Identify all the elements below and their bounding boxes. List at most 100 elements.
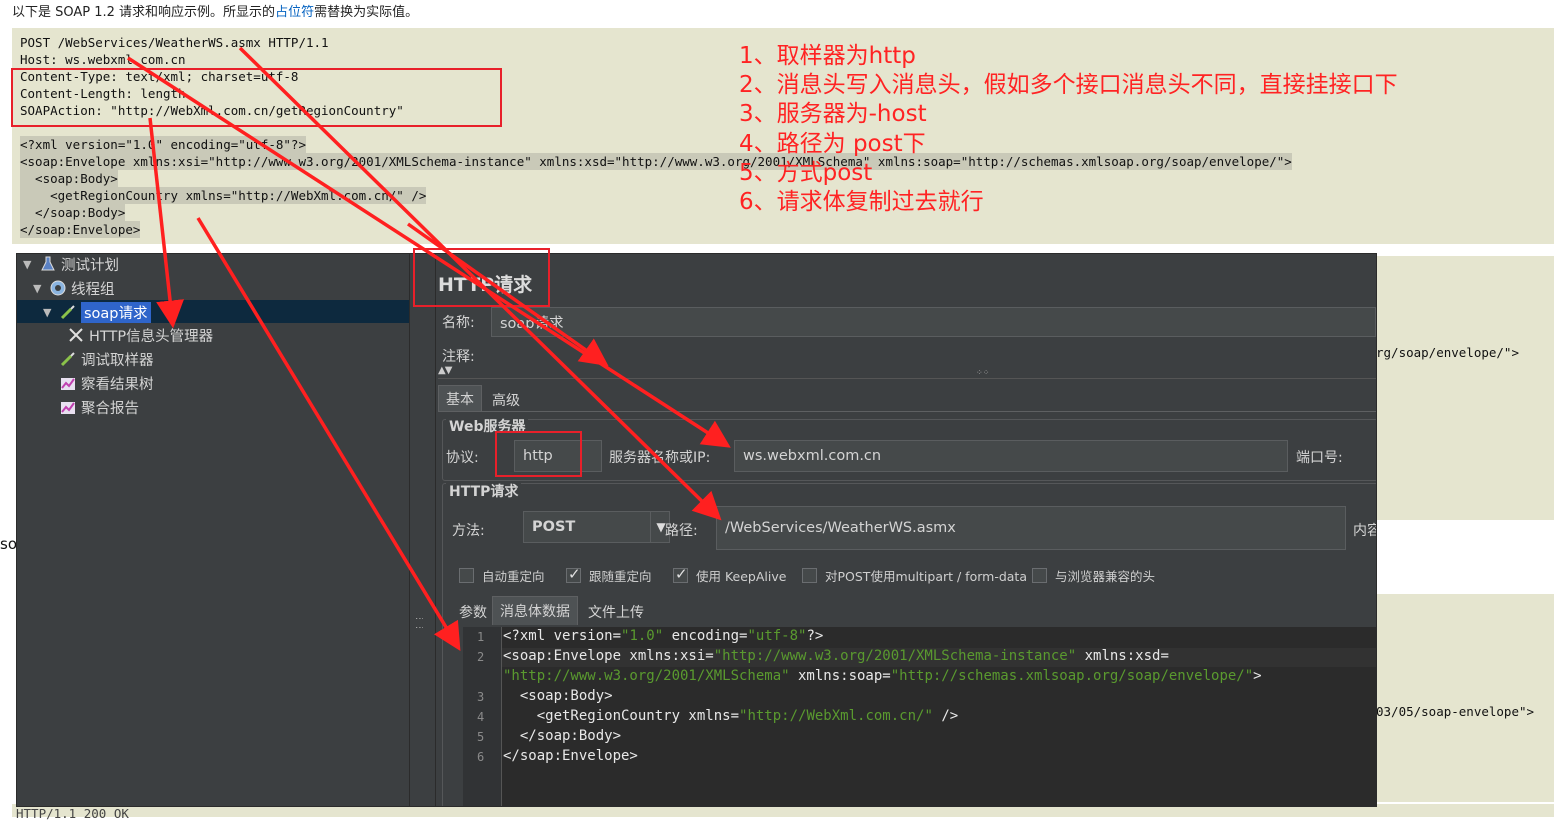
annotation-note: 5、方式post <box>739 159 873 186</box>
checkbox-keepalive[interactable]: 使用 KeepAlive <box>673 565 787 585</box>
pane-splitter[interactable] <box>410 254 424 806</box>
tab-basic[interactable]: 基本 <box>438 385 482 411</box>
tab-file-upload[interactable]: 文件上传 <box>581 599 651 625</box>
tools-icon <box>67 326 85 344</box>
method-select[interactable]: POST <box>523 511 670 543</box>
tree-item-label: HTTP信息头管理器 <box>89 328 214 345</box>
tree-item-label: soap请求 <box>81 301 151 323</box>
line-number: 1 <box>477 630 485 644</box>
annotation-note: 6、请求体复制过去就行 <box>739 189 984 216</box>
code-line: <soap:Body> <box>503 688 613 704</box>
intro-text: 以下是 SOAP 1.2 请求和响应示例。所显示的占位符需替换为实际值。 <box>12 1 418 20</box>
tab-advanced[interactable]: 高级 <box>485 387 527 413</box>
test-plan-tree: ▼ 测试计划 ▼ 线程组 ▼ soap请求 HTTP信息头管理器 调试取样器 察… <box>17 254 410 806</box>
server-field[interactable]: ws.webxml.com.cn <box>734 440 1288 472</box>
request-line: </soap:Body> <box>20 204 126 221</box>
drag-grip-icon[interactable]: ⁘⁘ <box>976 368 989 377</box>
checkbox[interactable] <box>1032 568 1047 583</box>
annotation-list: 1、取样器为http 2、消息头写入消息头，假如多个接口消息头不同，直接挂接口下… <box>739 42 1398 217</box>
name-value: soap请求 <box>500 315 564 332</box>
content-encoding-label: 内容 <box>1353 523 1376 539</box>
port-label: 端口号: <box>1296 450 1343 466</box>
server-value: ws.webxml.com.cn <box>743 448 882 464</box>
envelope-fragment: rg/soap/envelope/"> <box>1376 345 1519 360</box>
code-line: <soap:Envelope xmlns:xsi="http://www.w3.… <box>503 648 1169 664</box>
tab-label: 高级 <box>492 393 520 409</box>
tree-item-soap-request[interactable]: ▼ soap请求 <box>43 301 151 323</box>
comment-field[interactable] <box>483 345 1376 365</box>
tree-item-results-tree[interactable]: 察看结果树 <box>59 372 154 394</box>
comment-label: 注释: <box>442 349 475 365</box>
intro-suffix: 需替换为实际值。 <box>314 5 419 20</box>
checkbox[interactable] <box>459 568 474 583</box>
line-number-gutter: 1 2 3 4 5 6 <box>463 627 502 806</box>
path-value: /WebServices/WeatherWS.asmx <box>725 520 956 536</box>
web-server-title: Web服务器 <box>446 416 529 436</box>
code-line: </soap:Body> <box>503 728 622 744</box>
checkbox-browser-headers[interactable]: 与浏览器兼容的头 <box>1032 566 1155 585</box>
tab-body-data[interactable]: 消息体数据 <box>492 596 578 625</box>
placeholder-link[interactable]: 占位符 <box>275 5 314 20</box>
server-label: 服务器名称或IP: <box>609 450 711 466</box>
tree-item-aggregate-report[interactable]: 聚合报告 <box>59 396 139 418</box>
status-line-fragment: HTTP/1.1 200 OK <box>16 806 129 821</box>
protocol-field[interactable]: http <box>514 440 602 472</box>
protocol-value: http <box>523 448 553 464</box>
tree-item-label: 线程组 <box>71 281 115 298</box>
request-line: Host: ws.webxml.com.cn <box>20 52 186 67</box>
method-label: 方法: <box>452 523 485 539</box>
checkbox-label: 自动重定向 <box>482 569 545 584</box>
collapse-bar[interactable] <box>438 368 1376 379</box>
annotation-note: 3、服务器为-host <box>739 101 927 128</box>
editor-title: HTTP请求 <box>438 274 533 296</box>
tree-item-label: 测试计划 <box>61 257 119 274</box>
checkbox[interactable] <box>566 565 581 583</box>
jmeter-window: ▼ 测试计划 ▼ 线程组 ▼ soap请求 HTTP信息头管理器 调试取样器 察… <box>16 253 1377 807</box>
checkbox-label: 使用 KeepAlive <box>696 569 787 584</box>
name-label: 名称: <box>442 315 475 331</box>
tab-label: 文件上传 <box>588 605 644 621</box>
tree-item-debug-sampler[interactable]: 调试取样器 <box>59 348 154 370</box>
collapse-arrows-icon[interactable]: ▲▼ <box>438 365 452 376</box>
tree-item-thread-group[interactable]: ▼ 线程组 <box>33 277 115 299</box>
checkbox[interactable] <box>802 568 817 583</box>
checkbox-label: 跟随重定向 <box>589 569 652 584</box>
collapse-icon[interactable]: ▼ <box>23 258 35 271</box>
http-request-title: HTTP请求 <box>446 481 522 501</box>
body-data-editor[interactable]: 1 2 3 4 5 6 <?xml version="1.0" encoding… <box>463 627 1376 806</box>
pipette-icon <box>59 350 77 368</box>
tab-parameters[interactable]: 参数 <box>452 599 494 625</box>
name-field[interactable]: soap请求 <box>491 307 1376 337</box>
checkbox-multipart[interactable]: 对POST使用multipart / form-data <box>802 566 1027 585</box>
checkbox-auto-redirect[interactable]: 自动重定向 <box>459 566 545 585</box>
annotation-note: 4、路径为 post下 <box>739 130 926 157</box>
heading-fragment: so <box>0 535 17 553</box>
checkbox[interactable] <box>673 565 688 583</box>
collapse-icon[interactable]: ▼ <box>33 282 45 295</box>
method-value: POST <box>532 519 576 535</box>
tab-label: 基本 <box>446 391 474 408</box>
request-line: <soap:Body> <box>20 170 118 187</box>
checkbox-follow-redirect[interactable]: 跟随重定向 <box>566 565 652 585</box>
annotation-note: 1、取样器为http <box>739 43 916 69</box>
checkbox-label: 与浏览器兼容的头 <box>1055 569 1156 584</box>
code-line: <getRegionCountry xmlns="http://WebXml.c… <box>503 708 959 724</box>
collapse-icon[interactable]: ▼ <box>43 306 55 319</box>
tab-label: 参数 <box>459 605 487 621</box>
tab-label: 消息体数据 <box>500 604 570 620</box>
code-line: </soap:Envelope> <box>503 748 638 764</box>
code-line: "http://www.w3.org/2001/XMLSchema" xmlns… <box>503 668 1262 684</box>
tree-item-test-plan[interactable]: ▼ 测试计划 <box>23 254 119 275</box>
tree-item-label: 聚合报告 <box>81 400 139 417</box>
tree-item-label: 察看结果树 <box>81 376 154 393</box>
pipette-icon <box>59 303 77 321</box>
response-sample-panel <box>1374 256 1554 520</box>
protocol-label: 协议: <box>446 450 479 466</box>
tree-item-header-manager[interactable]: HTTP信息头管理器 <box>67 324 213 346</box>
pane-divider <box>423 254 436 806</box>
request-line: <getRegionCountry xmlns="http://WebXml.c… <box>20 187 427 204</box>
path-field[interactable]: /WebServices/WeatherWS.asmx <box>716 506 1346 550</box>
line-number: 2 <box>477 650 485 664</box>
request-line: POST /WebServices/WeatherWS.asmx HTTP/1.… <box>20 35 329 50</box>
line-number: 6 <box>477 750 485 764</box>
